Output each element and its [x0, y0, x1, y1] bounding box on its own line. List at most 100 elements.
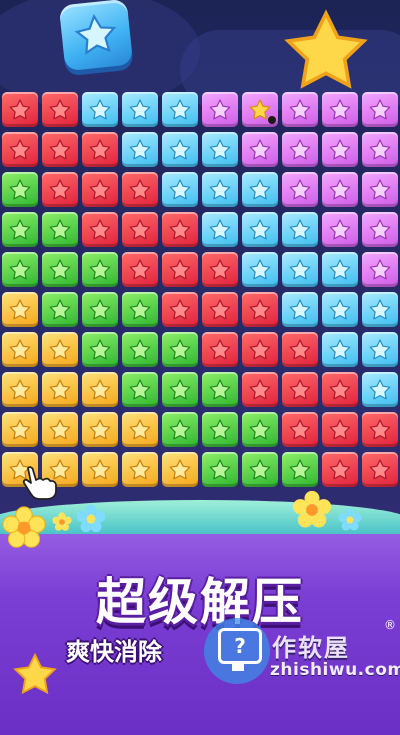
block-tile-yellow[interactable]	[2, 412, 38, 447]
block-tile-red[interactable]	[282, 412, 318, 447]
block-tile-red[interactable]	[242, 372, 278, 407]
block-tile-green[interactable]	[242, 412, 278, 447]
block-tile-blue[interactable]	[282, 292, 318, 327]
block-tile-purple[interactable]	[362, 212, 398, 247]
block-tile-yellow[interactable]	[2, 372, 38, 407]
block-tile-green[interactable]	[42, 252, 78, 287]
block-tile-red[interactable]	[42, 92, 78, 127]
block-tile-red[interactable]	[122, 172, 158, 207]
block-tile-green[interactable]	[42, 292, 78, 327]
block-tile-green[interactable]	[122, 332, 158, 367]
block-tile-blue[interactable]	[322, 332, 358, 367]
block-tile-green[interactable]	[202, 372, 238, 407]
block-tile-blue[interactable]	[122, 92, 158, 127]
block-tile-green[interactable]	[282, 452, 318, 487]
block-tile-red[interactable]	[242, 332, 278, 367]
block-tile-purple[interactable]	[362, 92, 398, 127]
block-tile-purple[interactable]	[202, 92, 238, 127]
block-tile-special[interactable]	[242, 92, 278, 127]
block-tile-green[interactable]	[82, 292, 118, 327]
block-tile-red[interactable]	[162, 212, 198, 247]
block-tile-blue[interactable]	[82, 92, 118, 127]
block-tile-red[interactable]	[82, 212, 118, 247]
block-tile-red[interactable]	[202, 252, 238, 287]
block-tile-yellow[interactable]	[122, 412, 158, 447]
block-tile-blue[interactable]	[362, 292, 398, 327]
block-tile-blue[interactable]	[122, 132, 158, 167]
block-tile-purple[interactable]	[362, 132, 398, 167]
block-tile-purple[interactable]	[282, 172, 318, 207]
block-tile-red[interactable]	[322, 372, 358, 407]
block-tile-green[interactable]	[82, 252, 118, 287]
block-tile-blue[interactable]	[202, 172, 238, 207]
block-tile-red[interactable]	[322, 412, 358, 447]
block-tile-purple[interactable]	[282, 132, 318, 167]
block-tile-blue[interactable]	[242, 252, 278, 287]
block-tile-blue[interactable]	[162, 172, 198, 207]
block-tile-red[interactable]	[162, 252, 198, 287]
block-tile-red[interactable]	[2, 132, 38, 167]
block-tile-red[interactable]	[82, 132, 118, 167]
block-tile-purple[interactable]	[362, 172, 398, 207]
block-tile-purple[interactable]	[322, 172, 358, 207]
block-tile-green[interactable]	[82, 332, 118, 367]
block-tile-blue[interactable]	[162, 92, 198, 127]
block-tile-red[interactable]	[362, 452, 398, 487]
star-icon	[249, 459, 271, 480]
block-tile-red[interactable]	[202, 292, 238, 327]
block-tile-red[interactable]	[162, 292, 198, 327]
block-tile-green[interactable]	[122, 292, 158, 327]
block-tile-yellow[interactable]	[2, 292, 38, 327]
block-tile-green[interactable]	[2, 172, 38, 207]
block-tile-yellow[interactable]	[42, 412, 78, 447]
block-tile-blue[interactable]	[322, 252, 358, 287]
star-icon	[249, 299, 271, 320]
block-tile-red[interactable]	[82, 172, 118, 207]
block-tile-red[interactable]	[122, 212, 158, 247]
block-tile-yellow[interactable]	[162, 452, 198, 487]
block-tile-yellow[interactable]	[122, 452, 158, 487]
block-tile-blue[interactable]	[362, 332, 398, 367]
block-tile-blue[interactable]	[162, 132, 198, 167]
block-tile-purple[interactable]	[242, 132, 278, 167]
block-tile-purple[interactable]	[322, 132, 358, 167]
block-tile-yellow[interactable]	[42, 372, 78, 407]
block-tile-blue[interactable]	[242, 172, 278, 207]
block-tile-purple[interactable]	[322, 212, 358, 247]
block-tile-yellow[interactable]	[42, 332, 78, 367]
block-tile-blue[interactable]	[202, 212, 238, 247]
block-tile-blue[interactable]	[322, 292, 358, 327]
block-tile-blue[interactable]	[202, 132, 238, 167]
block-tile-yellow[interactable]	[82, 372, 118, 407]
block-tile-red[interactable]	[122, 252, 158, 287]
block-tile-red[interactable]	[242, 292, 278, 327]
block-tile-red[interactable]	[362, 412, 398, 447]
block-tile-purple[interactable]	[282, 92, 318, 127]
block-tile-purple[interactable]	[362, 252, 398, 287]
block-tile-red[interactable]	[42, 132, 78, 167]
block-tile-green[interactable]	[122, 372, 158, 407]
block-tile-blue[interactable]	[282, 252, 318, 287]
block-tile-red[interactable]	[282, 332, 318, 367]
block-tile-green[interactable]	[42, 212, 78, 247]
block-tile-yellow[interactable]	[82, 452, 118, 487]
block-tile-red[interactable]	[202, 332, 238, 367]
block-tile-purple[interactable]	[322, 92, 358, 127]
block-tile-green[interactable]	[242, 452, 278, 487]
block-tile-green[interactable]	[162, 332, 198, 367]
block-tile-green[interactable]	[2, 212, 38, 247]
block-tile-red[interactable]	[42, 172, 78, 207]
block-tile-green[interactable]	[162, 372, 198, 407]
block-tile-blue[interactable]	[362, 372, 398, 407]
block-tile-green[interactable]	[202, 452, 238, 487]
block-tile-yellow[interactable]	[82, 412, 118, 447]
block-tile-red[interactable]	[282, 372, 318, 407]
block-tile-green[interactable]	[2, 252, 38, 287]
block-tile-green[interactable]	[162, 412, 198, 447]
block-tile-blue[interactable]	[242, 212, 278, 247]
block-tile-blue[interactable]	[282, 212, 318, 247]
block-tile-green[interactable]	[202, 412, 238, 447]
block-tile-red[interactable]	[322, 452, 358, 487]
block-tile-yellow[interactable]	[2, 332, 38, 367]
block-tile-red[interactable]	[2, 92, 38, 127]
